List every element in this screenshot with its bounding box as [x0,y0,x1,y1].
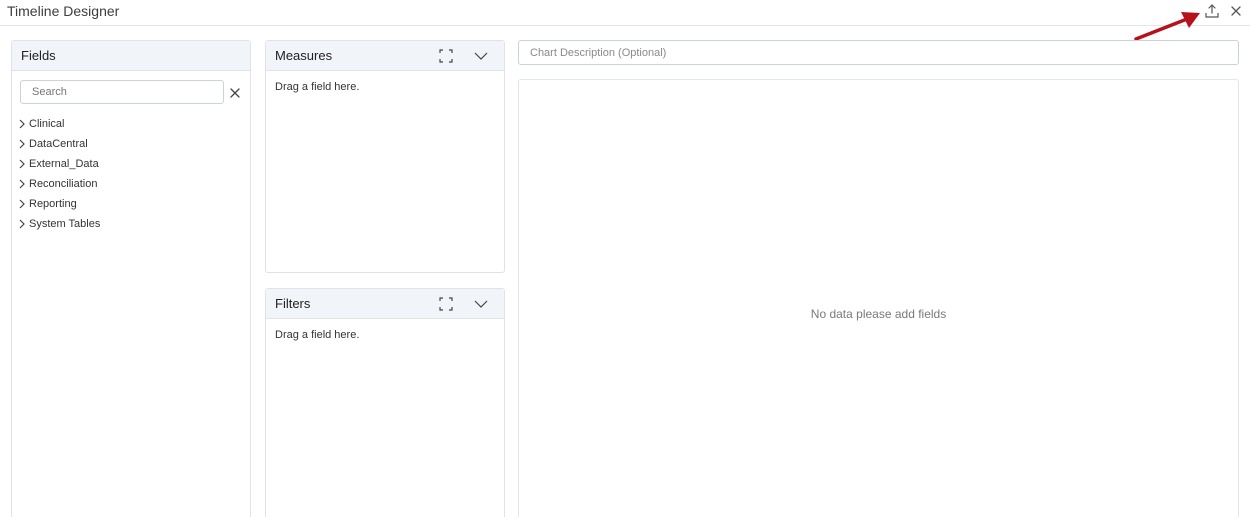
chart-description-box [518,40,1239,65]
export-upload-icon[interactable] [1203,2,1221,20]
tree-item-clinical[interactable]: Clinical [17,114,100,134]
chart-description-input[interactable] [519,41,1238,64]
title-bar: Timeline Designer [0,0,1250,26]
fields-panel-title: Fields [21,48,56,63]
tree-item-reconciliation[interactable]: Reconciliation [17,174,100,194]
filters-panel: Filters Drag a field here. [265,288,505,517]
window-title: Timeline Designer [7,3,120,19]
tree-item-label: Clinical [29,118,65,130]
search-box [20,80,224,104]
chevron-right-icon[interactable] [17,138,27,150]
close-icon[interactable] [1227,2,1245,20]
tree-item-label: External_Data [29,158,99,170]
expand-icon[interactable] [439,49,453,63]
tree-item-external-data[interactable]: External_Data [17,154,100,174]
search-input[interactable] [21,81,223,103]
field-tree: Clinical DataCentral External_Data Recon… [17,114,100,234]
tree-item-label: Reporting [29,198,77,210]
chevron-right-icon[interactable] [17,198,27,210]
measures-drop-zone[interactable]: Drag a field here. [275,81,359,93]
clear-search-icon[interactable] [229,86,243,100]
tree-item-label: Reconciliation [29,178,98,190]
tree-item-label: DataCentral [29,138,88,150]
measures-panel-header: Measures [266,41,504,71]
measures-panel-title: Measures [275,48,333,63]
window-actions [1203,2,1245,20]
chart-canvas: No data please add fields [518,79,1239,517]
tree-item-datacentral[interactable]: DataCentral [17,134,100,154]
fields-panel-header: Fields [12,41,250,71]
tree-item-reporting[interactable]: Reporting [17,194,100,214]
filters-panel-title: Filters [275,296,311,311]
empty-state-message: No data please add fields [810,307,947,321]
expand-icon[interactable] [439,297,453,311]
fields-panel: Fields Clinical DataCentral External_Dat… [11,40,251,517]
chevron-right-icon[interactable] [17,158,27,170]
measures-panel: Measures Drag a field here. [265,40,505,273]
tree-item-system-tables[interactable]: System Tables [17,214,100,234]
filters-panel-header: Filters [266,289,504,319]
chevron-down-icon[interactable] [474,297,488,311]
filters-drop-zone[interactable]: Drag a field here. [275,329,359,341]
chevron-right-icon[interactable] [17,218,27,230]
chevron-right-icon[interactable] [17,178,27,190]
chevron-down-icon[interactable] [474,49,488,63]
annotation-arrow [1134,12,1200,41]
chevron-right-icon[interactable] [17,118,27,130]
tree-item-label: System Tables [29,218,101,230]
